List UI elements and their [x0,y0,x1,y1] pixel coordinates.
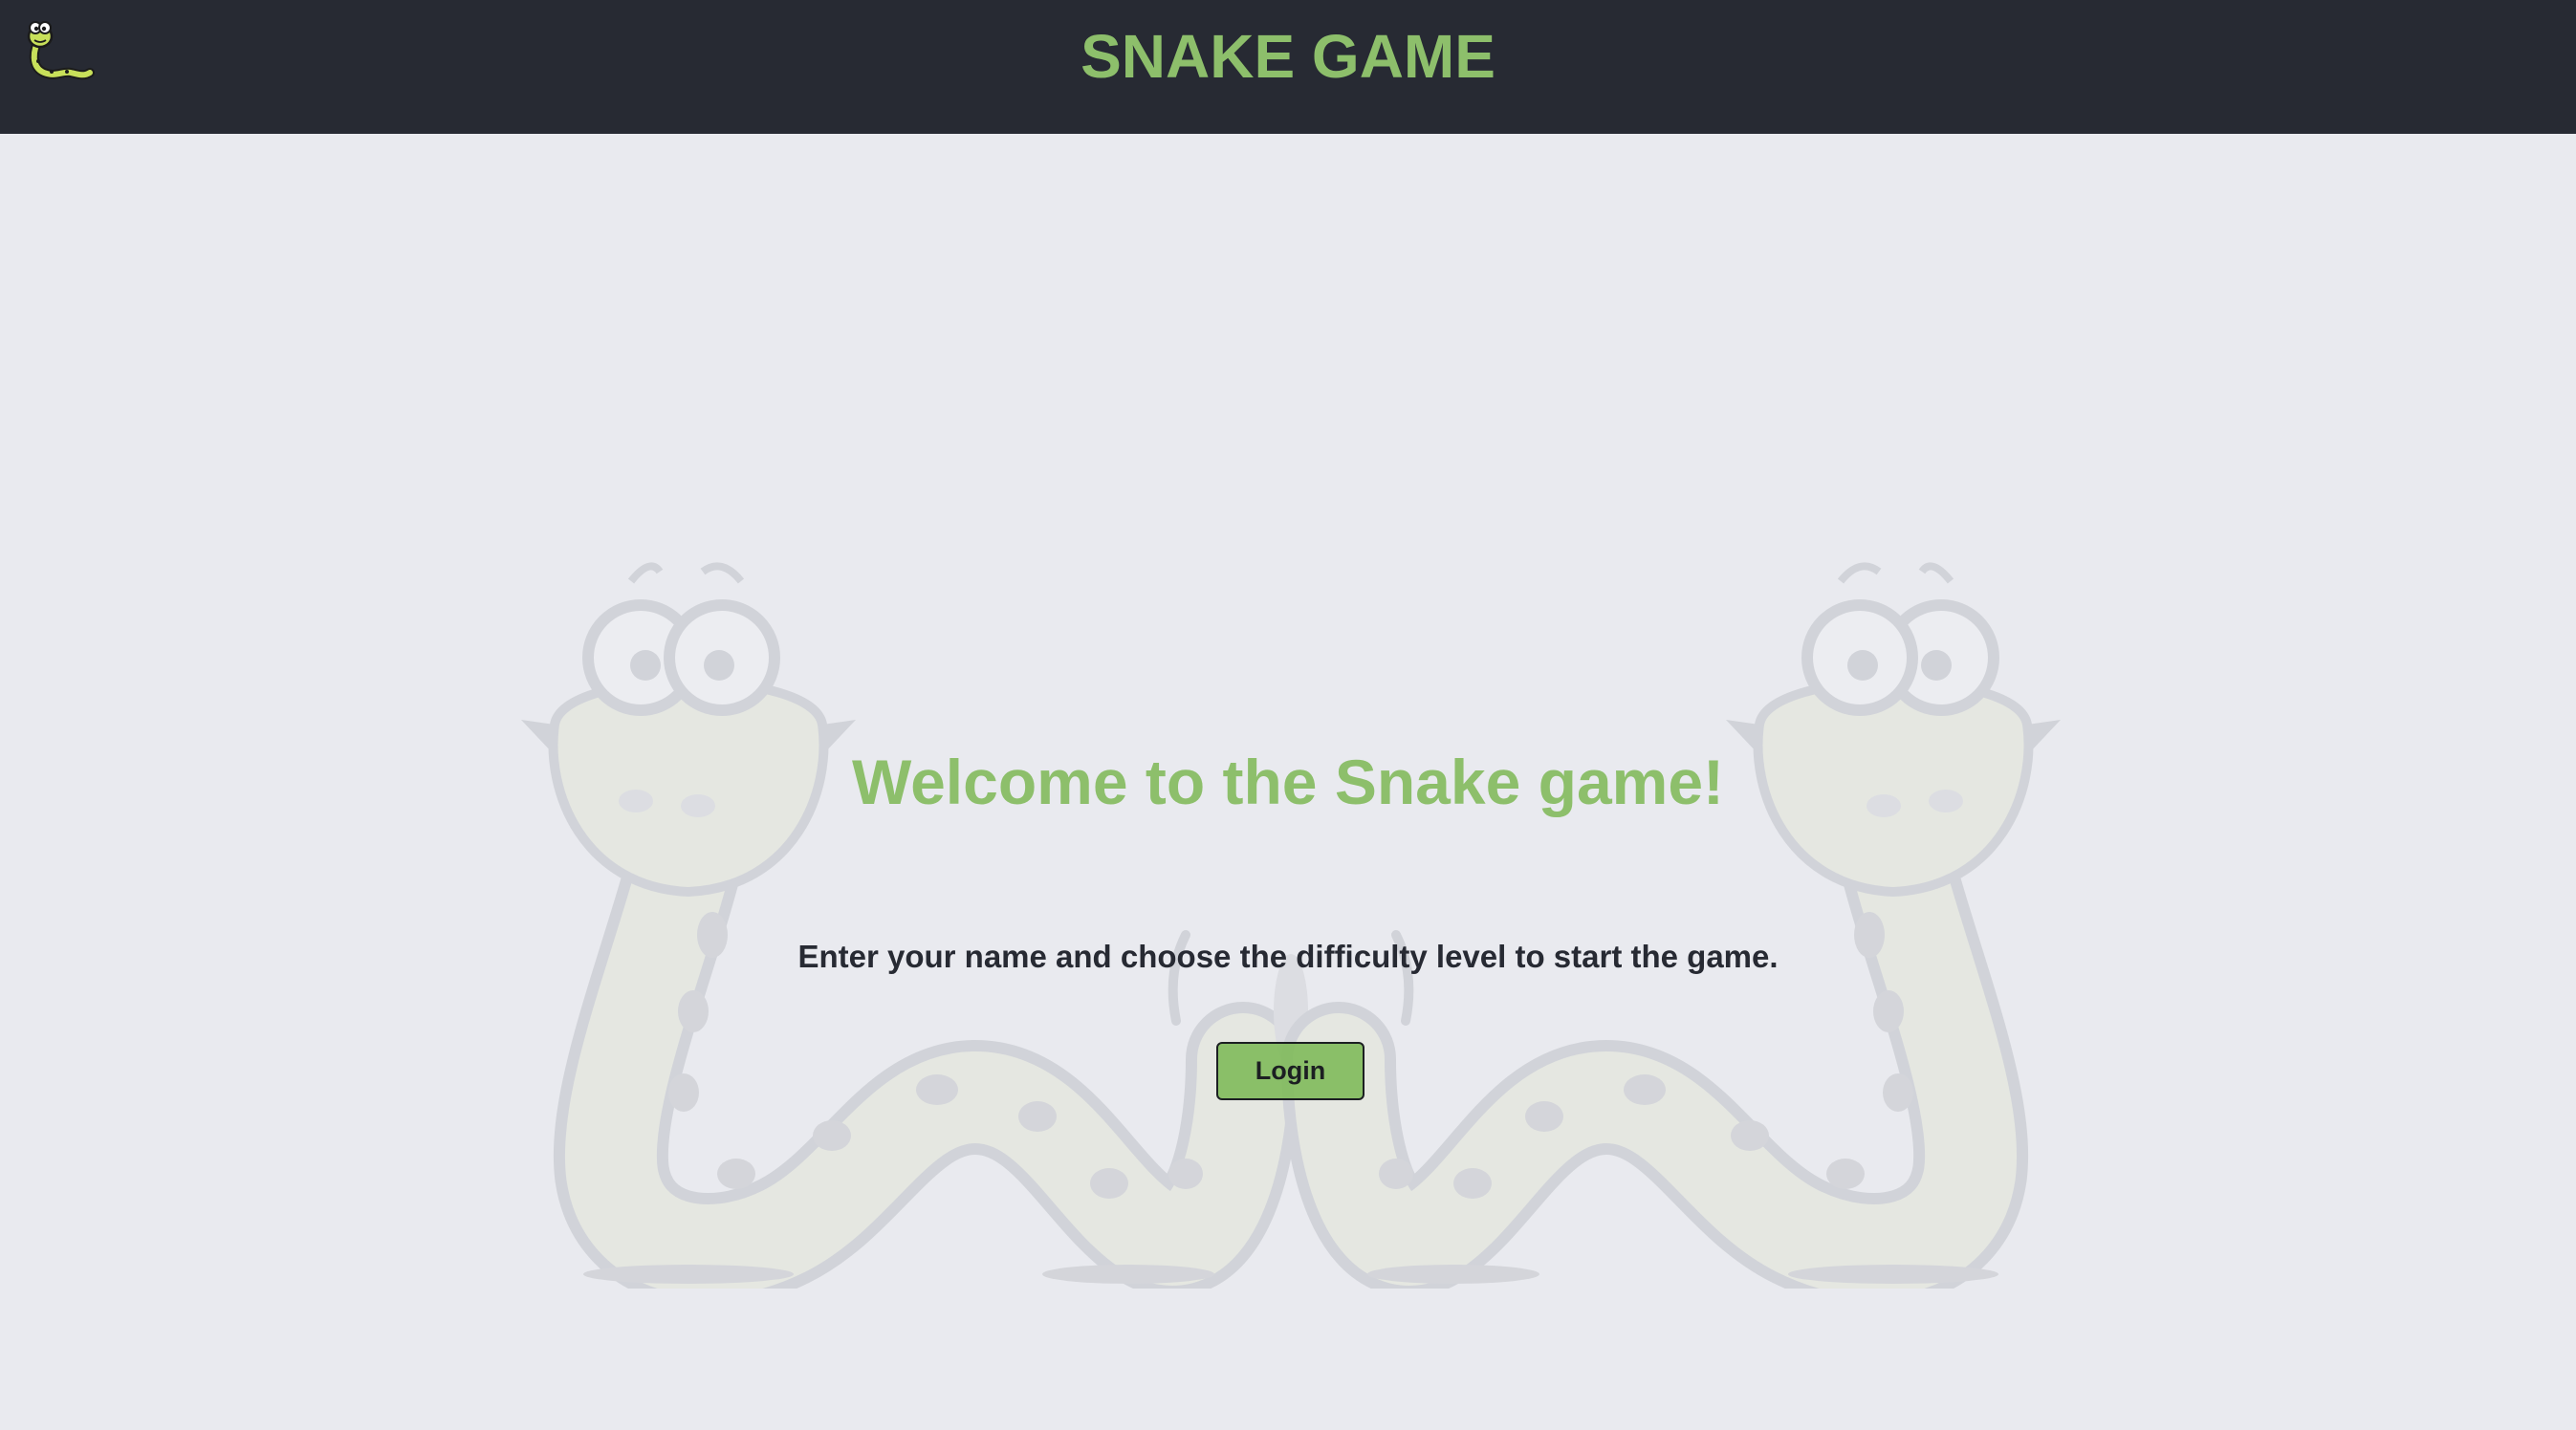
top-header: SNAKE GAME [0,0,2576,134]
right-snake-graphic [1281,562,2061,1289]
left-snake-graphic [521,562,1300,1289]
app-title: SNAKE GAME [1081,22,1495,91]
welcome-heading: Welcome to the Snake game! [851,747,1725,817]
instructions-text: Enter your name and choose the difficult… [797,939,1779,974]
snakes-illustration [521,562,2061,1289]
login-button[interactable]: Login [1216,1042,1364,1100]
main-content: Welcome to the Snake game! Enter your na… [0,134,2576,1430]
